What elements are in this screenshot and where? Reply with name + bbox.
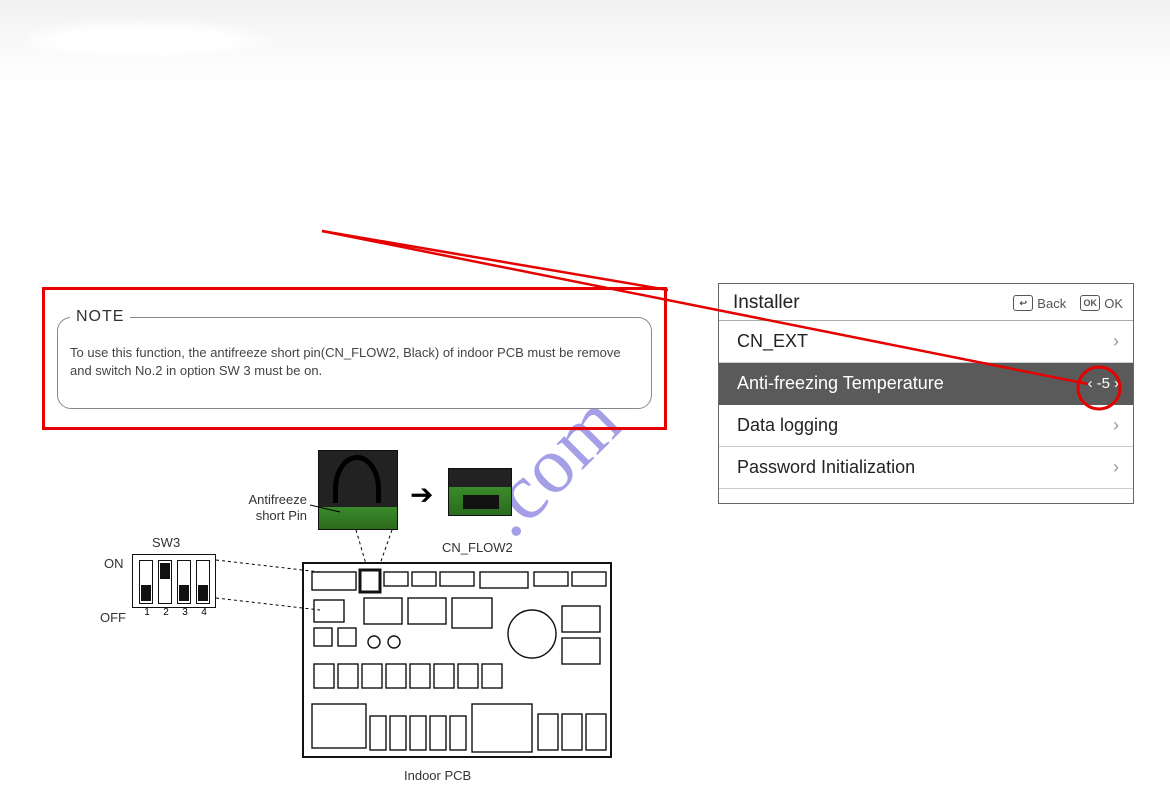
chevron-right-icon: › [1113, 415, 1119, 436]
menu-item-cn-ext[interactable]: CN_EXT › [719, 321, 1133, 363]
indoor-pcb-outline [302, 562, 612, 758]
installer-header-buttons: ↩ Back OK OK [1013, 295, 1123, 311]
dip-num-3: 3 [178, 607, 192, 618]
installer-menu: Installer ↩ Back OK OK CN_EXT › Anti-fre… [718, 283, 1134, 504]
note-fieldset: NOTE To use this function, the antifreez… [57, 308, 652, 409]
menu-item-data-logging[interactable]: Data logging › [719, 405, 1133, 447]
pcb-internals [304, 564, 614, 760]
antifreeze-pin-photo-before [318, 450, 398, 530]
ok-button[interactable]: OK OK [1080, 295, 1123, 311]
menu-item-anti-freezing[interactable]: Anti-freezing Temperature ‹ -5 › [719, 363, 1133, 405]
antifreeze-pin-photo-after [448, 468, 512, 516]
menu-item-label: Anti-freezing Temperature [737, 373, 944, 394]
indoor-pcb-label: Indoor PCB [404, 768, 471, 783]
sw3-label: SW3 [152, 535, 180, 550]
dip-num-4: 4 [197, 607, 211, 618]
antifreeze-pin-label: Antifreeze short Pin [227, 492, 307, 523]
back-label: Back [1037, 296, 1066, 311]
dip-switch-sw3: 1 2 3 4 [132, 554, 216, 608]
dip-num-2: 2 [159, 607, 173, 618]
value-stepper[interactable]: ‹ -5 › [1088, 375, 1119, 392]
back-icon: ↩ [1013, 295, 1033, 311]
on-label: ON [104, 556, 124, 571]
note-highlight-box: NOTE To use this function, the antifreez… [42, 287, 667, 430]
installer-header: Installer ↩ Back OK OK [719, 284, 1133, 321]
chevron-right-icon: › [1113, 457, 1119, 478]
chevron-right-icon[interactable]: › [1114, 375, 1119, 392]
menu-item-label [737, 491, 742, 504]
back-button[interactable]: ↩ Back [1013, 295, 1066, 311]
menu-item-label: Password Initialization [737, 457, 915, 478]
stepper-value: -5 [1097, 375, 1110, 392]
menu-item-password-init[interactable]: Password Initialization › [719, 447, 1133, 489]
off-label: OFF [100, 610, 126, 625]
chevron-right-icon: › [1113, 331, 1119, 352]
ok-label: OK [1104, 296, 1123, 311]
dip-num-1: 1 [140, 607, 154, 618]
installer-title: Installer [733, 292, 800, 314]
menu-item-label: CN_EXT [737, 331, 808, 352]
ok-icon: OK [1080, 295, 1100, 311]
menu-item-partial [719, 489, 1133, 503]
cn-flow2-label: CN_FLOW2 [442, 540, 513, 555]
note-title: NOTE [70, 308, 130, 326]
menu-item-label: Data logging [737, 415, 838, 436]
page-header-swoosh [30, 20, 310, 70]
note-body: To use this function, the antifreeze sho… [70, 344, 639, 380]
arrow-right-icon: ➔ [410, 478, 433, 511]
chevron-left-icon[interactable]: ‹ [1088, 375, 1093, 392]
